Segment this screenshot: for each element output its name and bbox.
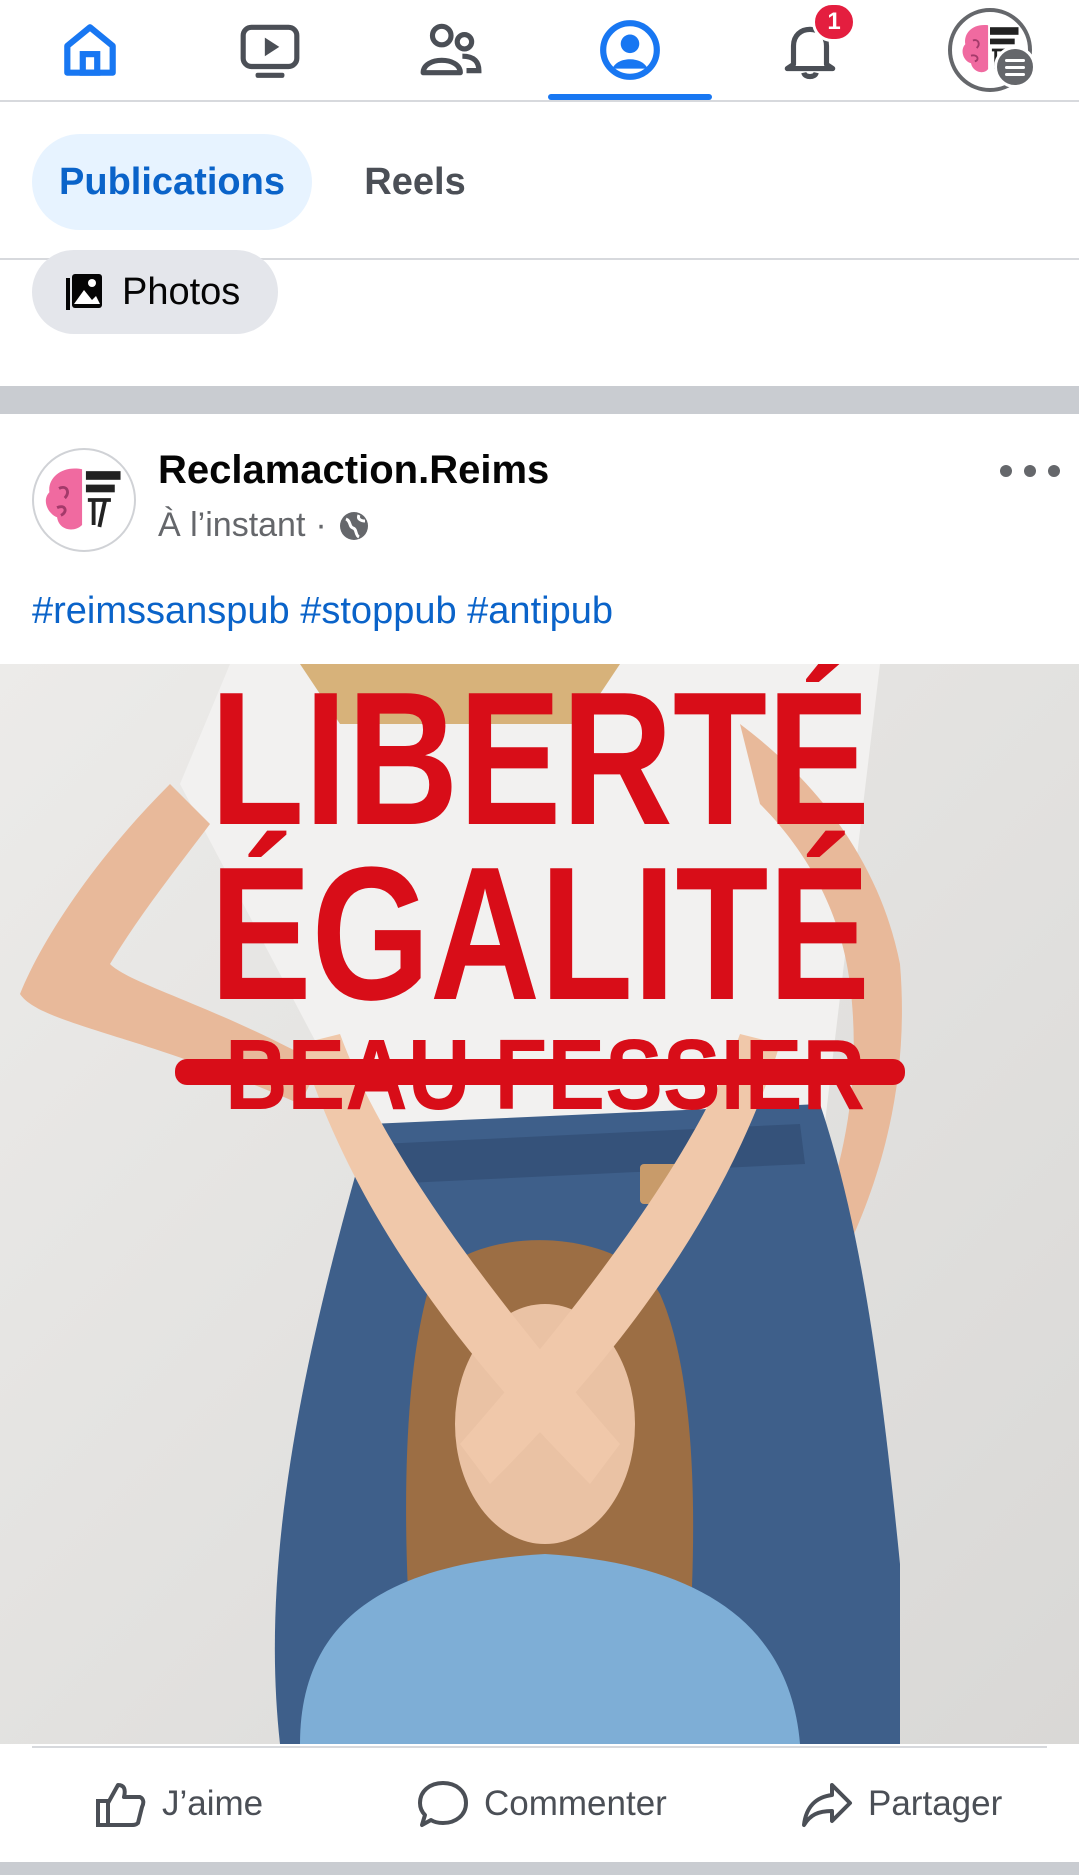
reclamaction-logo-icon — [45, 468, 121, 530]
post-author-avatar[interactable] — [32, 448, 136, 552]
tab-publications[interactable]: Publications — [32, 134, 312, 230]
share-label: Partager — [868, 1784, 1003, 1823]
post-time: À l’instant — [158, 506, 306, 544]
like-button[interactable]: J’aime — [94, 1748, 263, 1860]
active-tab-indicator — [548, 94, 712, 100]
nav-friends[interactable] — [375, 0, 525, 100]
photos-icon — [66, 274, 102, 310]
notification-badge: 1 — [812, 2, 856, 42]
post-meta: À l’instant · — [158, 506, 371, 545]
profile-tabs: Publications Reels — [0, 102, 1079, 260]
photos-label: Photos — [122, 270, 241, 313]
globe-icon — [339, 511, 368, 540]
like-label: J’aime — [162, 1784, 264, 1823]
meta-separator: · — [315, 506, 327, 544]
comment-button[interactable]: Commenter — [416, 1748, 667, 1860]
tab-reels[interactable]: Reels — [340, 134, 490, 230]
post-header: Reclamaction.Reims À l’instant · — [0, 414, 1079, 574]
photos-row: Photos — [0, 250, 1079, 386]
nav-home[interactable] — [15, 0, 165, 100]
friends-icon — [420, 23, 482, 76]
nav-notifications[interactable] — [735, 0, 885, 100]
post-action-bar: J’aime Commenter Partager — [32, 1746, 1047, 1858]
post-image[interactable]: LIBERTÉ ÉGALITÉ BEAU FESSIER — [0, 664, 1079, 1744]
menu-icon[interactable] — [994, 46, 1036, 88]
nav-video[interactable] — [195, 0, 345, 100]
video-icon — [240, 24, 300, 78]
thumbs-up-icon — [96, 1783, 146, 1827]
strikethrough-stroke — [175, 1059, 905, 1085]
photos-button[interactable]: Photos — [32, 250, 278, 334]
home-icon — [64, 24, 116, 76]
post-hashtags[interactable]: #reimssanspub #stoppub #antipub — [32, 590, 613, 633]
section-divider — [0, 386, 1079, 414]
post-more-options-icon[interactable] — [1000, 456, 1060, 486]
share-icon — [802, 1783, 852, 1827]
poster-illustration: LIBERTÉ ÉGALITÉ BEAU FESSIER — [0, 664, 1079, 1744]
top-navigation-bar: 1 — [0, 0, 1079, 102]
share-button[interactable]: Partager — [800, 1748, 1002, 1860]
bottom-divider — [0, 1862, 1079, 1875]
comment-icon — [418, 1781, 468, 1827]
nav-profile[interactable] — [555, 0, 705, 100]
post-author-name[interactable]: Reclamaction.Reims — [158, 448, 549, 493]
comment-label: Commenter — [484, 1784, 667, 1823]
profile-icon — [600, 20, 660, 80]
poster-line-egalite: ÉGALITÉ — [210, 828, 870, 1040]
